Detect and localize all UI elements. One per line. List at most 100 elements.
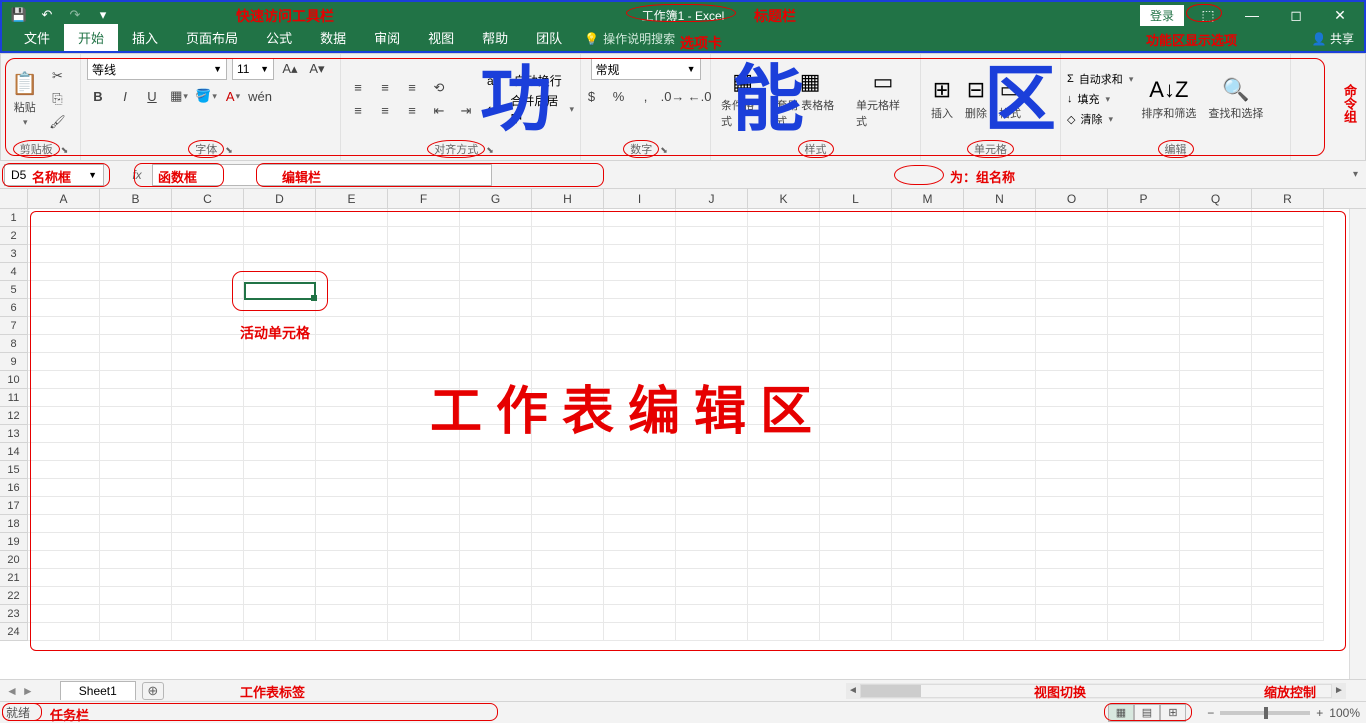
tab-home[interactable]: 开始 — [64, 24, 118, 51]
comma-icon[interactable]: , — [635, 86, 657, 106]
cell[interactable] — [532, 443, 604, 461]
cell[interactable] — [748, 569, 820, 587]
cell[interactable] — [604, 515, 676, 533]
font-color-icon[interactable]: A▾ — [222, 86, 244, 106]
cell[interactable] — [244, 371, 316, 389]
cell[interactable] — [388, 299, 460, 317]
cell[interactable] — [820, 443, 892, 461]
row-header-6[interactable]: 6 — [0, 299, 28, 317]
cell[interactable] — [1036, 461, 1108, 479]
grow-font-icon[interactable]: A▴ — [279, 59, 301, 79]
fill-button[interactable]: ↓ 填充▾ — [1067, 91, 1133, 107]
cell[interactable] — [1252, 461, 1324, 479]
cell[interactable] — [892, 479, 964, 497]
close-icon[interactable]: ✕ — [1320, 1, 1360, 29]
cell[interactable] — [1252, 335, 1324, 353]
view-layout-icon[interactable]: ▤ — [1134, 704, 1160, 722]
cell-styles-button[interactable]: ▭单元格样式 — [852, 67, 914, 131]
col-header-O[interactable]: O — [1036, 189, 1108, 208]
cell[interactable] — [1180, 227, 1252, 245]
cell[interactable] — [1252, 623, 1324, 641]
cell[interactable] — [1252, 299, 1324, 317]
cell[interactable] — [748, 407, 820, 425]
cell[interactable] — [748, 605, 820, 623]
row-header-24[interactable]: 24 — [0, 623, 28, 641]
cell[interactable] — [820, 533, 892, 551]
font-size-combo[interactable]: 11▼ — [232, 58, 274, 80]
cell[interactable] — [172, 353, 244, 371]
cell[interactable] — [820, 317, 892, 335]
cell[interactable] — [316, 209, 388, 227]
cell[interactable] — [100, 299, 172, 317]
cell[interactable] — [388, 515, 460, 533]
wrap-text-button[interactable]: ab 自动换行 — [487, 72, 574, 89]
font-name-combo[interactable]: 等线▼ — [87, 58, 227, 80]
cell[interactable] — [1252, 551, 1324, 569]
cell[interactable] — [316, 479, 388, 497]
cell[interactable] — [1252, 353, 1324, 371]
cell[interactable] — [1036, 335, 1108, 353]
col-header-A[interactable]: A — [28, 189, 100, 208]
cell[interactable] — [532, 299, 604, 317]
cell[interactable] — [892, 407, 964, 425]
cell[interactable] — [460, 353, 532, 371]
row-header-19[interactable]: 19 — [0, 533, 28, 551]
share-button[interactable]: 👤 共享 — [1312, 30, 1354, 51]
cell[interactable] — [172, 407, 244, 425]
cell[interactable] — [892, 569, 964, 587]
cell[interactable] — [100, 209, 172, 227]
cell[interactable] — [604, 407, 676, 425]
cell[interactable] — [604, 479, 676, 497]
cell[interactable] — [460, 407, 532, 425]
cell[interactable] — [388, 209, 460, 227]
cell[interactable] — [1036, 425, 1108, 443]
cell[interactable] — [604, 281, 676, 299]
view-normal-icon[interactable]: ▦ — [1108, 704, 1134, 722]
col-header-C[interactable]: C — [172, 189, 244, 208]
cell[interactable] — [388, 263, 460, 281]
cell[interactable] — [1108, 443, 1180, 461]
cell[interactable] — [172, 605, 244, 623]
cell[interactable] — [676, 371, 748, 389]
row-header-10[interactable]: 10 — [0, 371, 28, 389]
vertical-scrollbar[interactable] — [1349, 209, 1366, 679]
cell[interactable] — [100, 263, 172, 281]
cell[interactable] — [532, 335, 604, 353]
cell[interactable] — [748, 263, 820, 281]
col-header-E[interactable]: E — [316, 189, 388, 208]
clear-button[interactable]: ◇ 清除▾ — [1067, 111, 1133, 127]
cell[interactable] — [1108, 425, 1180, 443]
cell[interactable] — [532, 389, 604, 407]
cell[interactable] — [388, 497, 460, 515]
row-header-20[interactable]: 20 — [0, 551, 28, 569]
cell[interactable] — [748, 299, 820, 317]
cell[interactable] — [1036, 299, 1108, 317]
cell[interactable] — [460, 263, 532, 281]
cell[interactable] — [532, 497, 604, 515]
cell[interactable] — [964, 209, 1036, 227]
align-top-icon[interactable]: ≡ — [347, 78, 369, 98]
cell[interactable] — [244, 443, 316, 461]
select-all-triangle[interactable] — [0, 189, 28, 208]
row-header-16[interactable]: 16 — [0, 479, 28, 497]
tab-insert[interactable]: 插入 — [118, 24, 172, 51]
cell[interactable] — [460, 371, 532, 389]
cell[interactable] — [28, 407, 100, 425]
row-header-18[interactable]: 18 — [0, 515, 28, 533]
col-header-M[interactable]: M — [892, 189, 964, 208]
cell[interactable] — [244, 569, 316, 587]
worksheet-grid[interactable]: ABCDEFGHIJKLMNOPQR 123456789101112131415… — [0, 189, 1366, 679]
cell[interactable] — [1108, 587, 1180, 605]
cell[interactable] — [28, 533, 100, 551]
cell[interactable] — [172, 371, 244, 389]
cell[interactable] — [244, 335, 316, 353]
cell[interactable] — [388, 353, 460, 371]
col-header-H[interactable]: H — [532, 189, 604, 208]
cell[interactable] — [820, 461, 892, 479]
cell[interactable] — [388, 317, 460, 335]
cell[interactable] — [1252, 443, 1324, 461]
save-icon[interactable]: 💾 — [6, 4, 32, 26]
cell[interactable] — [244, 623, 316, 641]
tab-view[interactable]: 视图 — [414, 24, 468, 51]
cell[interactable] — [820, 353, 892, 371]
